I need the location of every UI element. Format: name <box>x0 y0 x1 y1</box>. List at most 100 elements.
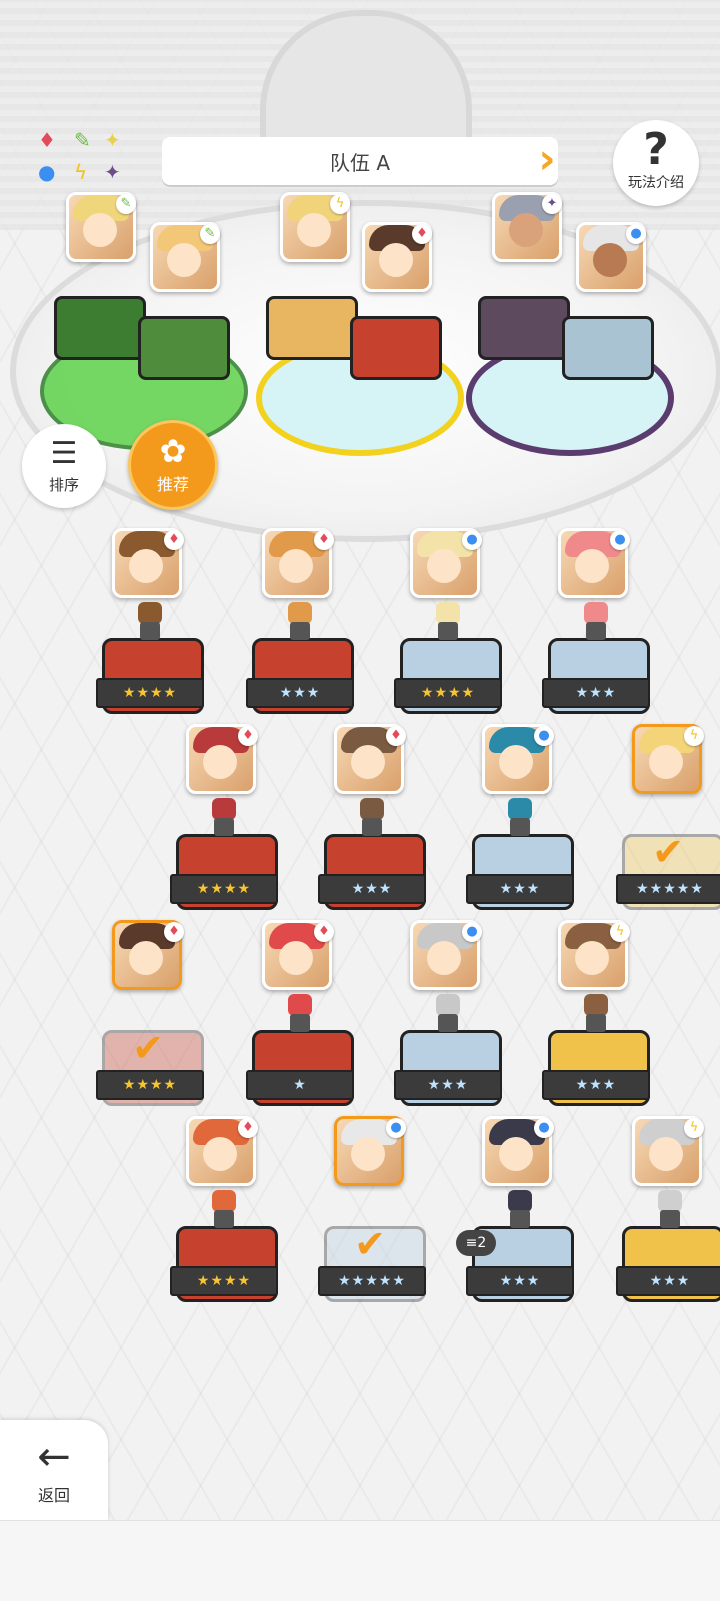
star-rating: ★★★ <box>466 1266 574 1296</box>
star-rating: ★ <box>246 1070 354 1100</box>
wind-element-icon: ✎ <box>116 194 136 214</box>
star-rating: ★★★★ <box>170 874 278 904</box>
hero-card[interactable]: ● ✔ ★★★★★ <box>318 1114 428 1314</box>
wind-element-icon: ✎ <box>200 224 220 244</box>
fire-element-icon: ♦ <box>238 1118 258 1138</box>
hero-card[interactable]: ϟ ★★★ <box>542 918 652 1118</box>
back-label: 返回 <box>37 1486 70 1505</box>
hero-card[interactable]: ♦ ★★★★ <box>170 1114 280 1314</box>
recommend-label: 推荐 <box>156 475 189 494</box>
fire-element-icon: ♦ <box>412 224 432 244</box>
hero-sprite <box>282 602 318 642</box>
star-rating: ★★★ <box>394 1070 502 1100</box>
fire-element-icon: ♦ <box>314 530 334 550</box>
hero-sprite <box>578 994 614 1034</box>
hero-sprite <box>652 1190 688 1230</box>
star-rating: ★★★ <box>246 678 354 708</box>
sort-icon: ☰ <box>50 436 78 471</box>
hero-sprite <box>502 1190 538 1230</box>
fire-element-icon: ♦ <box>314 922 334 942</box>
pedestal <box>478 296 570 360</box>
thunder-element-icon: ϟ <box>684 726 704 746</box>
hero-sprite <box>132 602 168 642</box>
hero-sprite <box>206 1190 242 1230</box>
star-rating: ★★★ <box>616 1266 720 1296</box>
star-rating: ★★★ <box>542 678 650 708</box>
star-rating: ★★★ <box>542 1070 650 1100</box>
pedestal <box>266 296 358 360</box>
water-element-icon: ● <box>610 530 630 550</box>
check-icon: ✔ <box>132 1026 164 1070</box>
hero-card[interactable]: ● ★★★ <box>394 918 504 1118</box>
hero-card[interactable]: ϟ ✔ ★★★★★ <box>616 722 720 922</box>
pedestal <box>138 316 230 380</box>
fire-element-icon: ♦ <box>164 530 184 550</box>
water-element-icon: ● <box>462 530 482 550</box>
pedestal <box>562 316 654 380</box>
hero-card[interactable]: ϟ ★★★ <box>616 1114 720 1314</box>
star-rating: ★★★★ <box>394 678 502 708</box>
water-element-icon: ● <box>38 160 56 184</box>
back-arrow-icon: ← <box>37 1434 71 1480</box>
star-rating: ★★★ <box>466 874 574 904</box>
flower-icon: ✿ <box>159 432 187 470</box>
hero-card[interactable]: ♦ ★★★ <box>318 722 428 922</box>
hero-card[interactable]: ♦ ★★★★ <box>96 526 206 726</box>
duplicate-count-badge: ≡2 <box>456 1230 496 1256</box>
hero-card[interactable]: ♦ ★ <box>246 918 356 1118</box>
hero-card[interactable]: ● ★★★ <box>466 1114 576 1314</box>
hero-card[interactable]: ♦ ✔ ★★★★ <box>96 918 206 1118</box>
hero-sprite <box>578 602 614 642</box>
help-label: 玩法介绍 <box>628 175 684 191</box>
water-element-icon: ● <box>534 1118 554 1138</box>
help-button[interactable]: ? 玩法介绍 <box>613 120 699 206</box>
star-rating: ★★★★ <box>170 1266 278 1296</box>
check-icon: ✔ <box>652 830 684 874</box>
hero-sprite <box>206 798 242 838</box>
dark-element-icon: ✦ <box>542 194 562 214</box>
water-element-icon: ● <box>386 1118 406 1138</box>
water-element-icon: ● <box>626 224 646 244</box>
hero-sprite <box>282 994 318 1034</box>
star-rating: ★★★★★ <box>616 874 720 904</box>
star-rating: ★★★ <box>318 874 426 904</box>
thunder-element-icon: ϟ <box>74 160 88 184</box>
hero-sprite <box>430 602 466 642</box>
fire-element-icon: ♦ <box>238 726 258 746</box>
bottom-bar <box>0 1520 720 1601</box>
wind-element-icon: ✎ <box>74 128 91 152</box>
thunder-element-icon: ϟ <box>684 1118 704 1138</box>
water-element-icon: ● <box>534 726 554 746</box>
fire-element-icon: ♦ <box>164 922 184 942</box>
sort-label: 排序 <box>48 476 79 494</box>
element-legend: ♦ ✎ ✦ ● ϟ ✦ <box>34 128 130 192</box>
star-rating: ★★★★★ <box>318 1266 426 1296</box>
hero-sprite <box>502 798 538 838</box>
pedestal <box>54 296 146 360</box>
water-element-icon: ● <box>462 922 482 942</box>
team-title-bar: 队伍 A <box>162 137 558 185</box>
check-icon: ✔ <box>354 1222 386 1266</box>
hero-card[interactable]: ● ★★★ <box>466 722 576 922</box>
recommend-button[interactable]: ✿ 推荐 <box>128 420 218 510</box>
hero-card[interactable]: ● ★★★★ <box>394 526 504 726</box>
pedestal <box>350 316 442 380</box>
hero-sprite <box>430 994 466 1034</box>
fire-element-icon: ♦ <box>38 128 56 152</box>
question-icon: ? <box>643 124 669 175</box>
thunder-element-icon: ϟ <box>330 194 350 214</box>
fire-element-icon: ♦ <box>386 726 406 746</box>
hero-sprite <box>354 798 390 838</box>
team-title: 队伍 A <box>329 150 391 175</box>
dark-element-icon: ✦ <box>104 160 121 184</box>
next-team-arrow-icon[interactable]: › <box>534 137 560 185</box>
thunder-element-icon: ϟ <box>610 922 630 942</box>
hero-card[interactable]: ● ★★★ <box>542 526 652 726</box>
back-button[interactable]: ← 返回 <box>0 1420 108 1520</box>
star-rating: ★★★★ <box>96 678 204 708</box>
hero-card[interactable]: ♦ ★★★ <box>246 526 356 726</box>
hero-card[interactable]: ♦ ★★★★ <box>170 722 280 922</box>
star-rating: ★★★★ <box>96 1070 204 1100</box>
sort-button[interactable]: ☰ 排序 <box>22 424 106 508</box>
light-element-icon: ✦ <box>104 128 121 152</box>
